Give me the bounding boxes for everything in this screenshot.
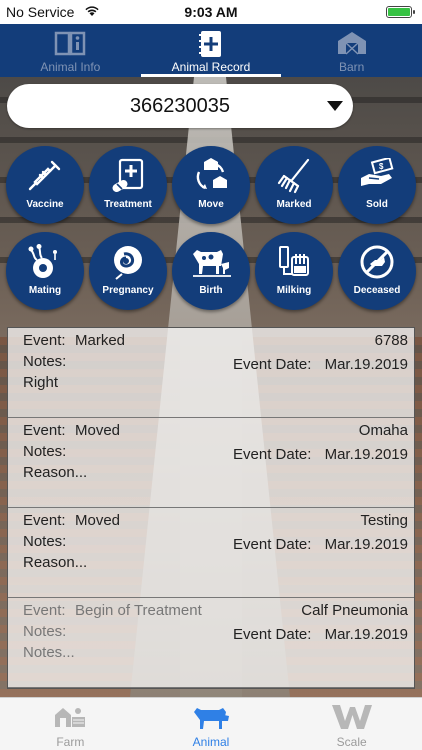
animal-id-value: 366230035 xyxy=(129,95,231,117)
deceased-button[interactable]: Deceased xyxy=(338,232,416,310)
tab-animal[interactable]: Animal xyxy=(141,698,282,750)
event-list: Event: Marked Notes: Right 6788 Event Da… xyxy=(7,327,415,689)
clock: 9:03 AM xyxy=(184,4,238,20)
event-type-label: Event: xyxy=(23,422,66,439)
event-notes-value: Reason... xyxy=(23,464,88,481)
event-notes-label: Notes: xyxy=(23,443,67,460)
book-info-icon xyxy=(55,31,86,56)
treatment-label: Treatment xyxy=(104,199,152,210)
event-detail-value: 6788 xyxy=(374,332,408,349)
event-row[interactable]: Event: Marked Notes: Right 6788 Event Da… xyxy=(8,328,414,418)
mating-button[interactable]: Mating xyxy=(6,232,84,310)
barn-icon xyxy=(337,32,366,55)
event-notes-label: Notes: xyxy=(23,353,67,370)
event-date-label: Event Date: xyxy=(233,626,312,643)
event-detail-value: Omaha xyxy=(358,422,408,439)
event-type-value: Moved xyxy=(75,512,121,529)
bottom-tab-bar: Farm Animal Scale xyxy=(0,697,422,750)
top-tab-bar: Animal Info Animal Record Barn xyxy=(0,24,422,77)
event-date-value: Mar.19.2019 xyxy=(324,356,408,373)
pregnancy-label: Pregnancy xyxy=(102,285,154,296)
sold-label: Sold xyxy=(366,199,388,210)
birth-label: Birth xyxy=(199,285,223,296)
vaccine-label: Vaccine xyxy=(26,199,64,210)
mating-label: Mating xyxy=(28,285,62,296)
mating-icon xyxy=(28,244,57,278)
event-type-label: Event: xyxy=(23,332,66,349)
event-date-value: Mar.19.2019 xyxy=(324,536,408,553)
event-type-label: Event: xyxy=(23,512,66,529)
treatment-button[interactable]: Treatment xyxy=(89,146,167,224)
tab-barn[interactable]: Barn xyxy=(281,24,422,77)
move-label: Move xyxy=(198,199,224,210)
event-date-label: Event Date: xyxy=(233,536,312,553)
move-icon xyxy=(196,158,227,190)
event-notes-label: Notes: xyxy=(23,623,67,640)
event-notes-value: Right xyxy=(23,374,59,391)
birth-button[interactable]: Birth xyxy=(172,232,250,310)
scale-logo-icon xyxy=(331,705,372,729)
birth-icon xyxy=(193,250,231,277)
event-notes-value: Notes... xyxy=(23,644,75,661)
event-date-value: Mar.19.2019 xyxy=(324,626,408,643)
tab-animal-record-label: Animal Record xyxy=(171,60,251,74)
event-detail-value: Calf Pneumonia xyxy=(301,602,408,619)
pregnancy-button[interactable]: Pregnancy xyxy=(89,232,167,310)
chevron-down-icon xyxy=(327,101,343,111)
move-button[interactable]: Move xyxy=(172,146,250,224)
battery-icon xyxy=(386,6,415,18)
tab-animal-info-label: Animal Info xyxy=(40,60,101,74)
treatment-icon xyxy=(112,158,144,192)
svg-text:$: $ xyxy=(379,162,384,171)
event-notes-label: Notes: xyxy=(23,533,67,550)
cow-icon xyxy=(194,708,229,729)
tab-farm-label: Farm xyxy=(56,735,85,749)
syringe-icon xyxy=(28,160,61,191)
vaccine-button[interactable]: Vaccine xyxy=(6,146,84,224)
sold-icon: $ xyxy=(361,158,394,186)
event-date-value: Mar.19.2019 xyxy=(324,446,408,463)
event-row[interactable]: Event: Moved Notes: Reason... Testing Ev… xyxy=(8,508,414,598)
sold-button[interactable]: $ Sold xyxy=(338,146,416,224)
tab-scale[interactable]: Scale xyxy=(281,698,422,750)
tab-animal-label: Animal xyxy=(192,735,230,749)
record-plus-icon xyxy=(199,31,221,57)
milking-button[interactable]: Milking xyxy=(255,232,333,310)
tab-animal-record[interactable]: Animal Record xyxy=(140,24,282,77)
event-type-label: Event: xyxy=(23,602,66,619)
tab-barn-label: Barn xyxy=(339,60,365,74)
tab-scale-label: Scale xyxy=(336,735,367,749)
event-type-value: Marked xyxy=(75,332,126,349)
tab-animal-info[interactable]: Animal Info xyxy=(0,24,141,77)
milking-label: Milking xyxy=(276,285,312,296)
event-date-label: Event Date: xyxy=(233,446,312,463)
event-date-label: Event Date: xyxy=(233,356,312,373)
event-notes-value: Reason... xyxy=(23,554,88,571)
event-type-value: Begin of Treatment xyxy=(75,602,202,619)
pregnancy-icon xyxy=(114,246,142,280)
deceased-label: Deceased xyxy=(353,285,401,296)
deceased-icon xyxy=(360,245,394,279)
milking-icon xyxy=(279,246,309,276)
event-detail-value: Testing xyxy=(360,512,408,529)
marked-label: Marked xyxy=(276,199,312,210)
marked-button[interactable]: Marked xyxy=(255,146,333,224)
event-row[interactable]: Event: Moved Notes: Reason... Omaha Even… xyxy=(8,418,414,508)
status-bar: No Service 9:03 AM xyxy=(0,0,422,24)
marker-icon xyxy=(277,158,310,194)
tab-farm[interactable]: Farm xyxy=(0,698,141,750)
event-type-value: Moved xyxy=(75,422,121,439)
event-row[interactable]: Event: Begin of Treatment Notes: Notes..… xyxy=(8,598,414,688)
animal-id-dropdown[interactable]: 366230035 xyxy=(7,84,353,128)
farm-icon xyxy=(55,708,86,727)
